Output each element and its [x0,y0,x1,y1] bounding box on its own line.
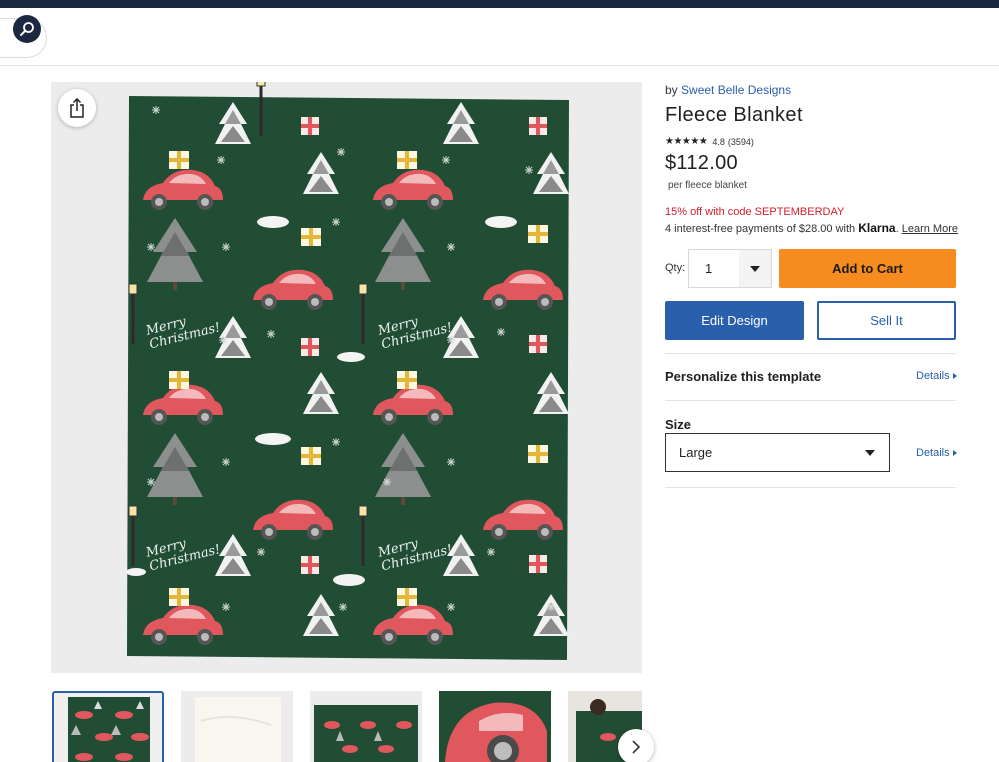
product-main-image[interactable]: Merry Christmas! Merry Christmas! Merry … [51,82,642,673]
details-label: Details [916,447,950,459]
caret-down-icon [739,250,771,287]
seller-line: by Sweet Belle Designs [665,83,791,97]
edit-design-button[interactable]: Edit Design [665,301,804,340]
personalize-title: Personalize this template [665,369,822,384]
klarna-learn-more-link[interactable]: Learn More [902,223,958,235]
divider [665,400,956,401]
rating-value: 4.8 [712,136,725,147]
qty-label: Qty: [665,262,686,274]
seller-link[interactable]: Sweet Belle Designs [681,83,791,97]
magnifier-icon [20,22,34,36]
chevron-right-icon [632,740,641,754]
share-button[interactable] [58,89,96,127]
sell-it-button[interactable]: Sell It [817,301,956,340]
product-title: Fleece Blanket [665,104,803,126]
add-to-cart-button[interactable]: Add to Cart [779,249,956,288]
thumbnail-1[interactable] [52,691,164,762]
size-title: Size [665,417,692,432]
price-unit: per fleece blanket [668,180,747,191]
caret-right-icon [952,450,957,456]
klarna-logo: Klarna [858,221,896,235]
product-price: $112.00 [665,152,738,174]
divider [665,353,956,354]
top-accent-bar [0,0,999,8]
divider [665,487,956,488]
star-rating-icon: ★★★★★ [665,136,708,147]
thumbnail-3[interactable] [310,691,422,762]
klarna-line: 4 interest-free payments of $28.00 with … [665,221,958,235]
promo-text: 15% off with code SEPTEMBERDAY [665,206,845,218]
share-icon [70,98,84,118]
thumbnail-strip [51,689,642,762]
size-value: Large [679,445,713,460]
size-details-link[interactable]: Details [916,447,957,459]
klarna-text: 4 interest-free payments of $28.00 with [665,223,856,235]
search-button[interactable] [13,15,41,43]
thumbnail-2[interactable] [181,691,293,762]
by-prefix: by [665,83,678,97]
quantity-value: 1 [705,261,713,276]
personalize-details-link[interactable]: Details [916,370,957,382]
thumbnail-4[interactable] [439,691,551,762]
details-label: Details [916,370,950,382]
size-select[interactable]: Large [665,433,890,472]
rating-row[interactable]: ★★★★★ 4.8 (3594) [665,136,754,147]
review-count: (3594) [727,136,754,147]
thumbnails-next-button[interactable] [618,729,654,762]
caret-right-icon [952,373,957,379]
quantity-select[interactable]: 1 [688,249,772,288]
site-header [0,8,999,66]
caret-down-icon [865,450,875,456]
